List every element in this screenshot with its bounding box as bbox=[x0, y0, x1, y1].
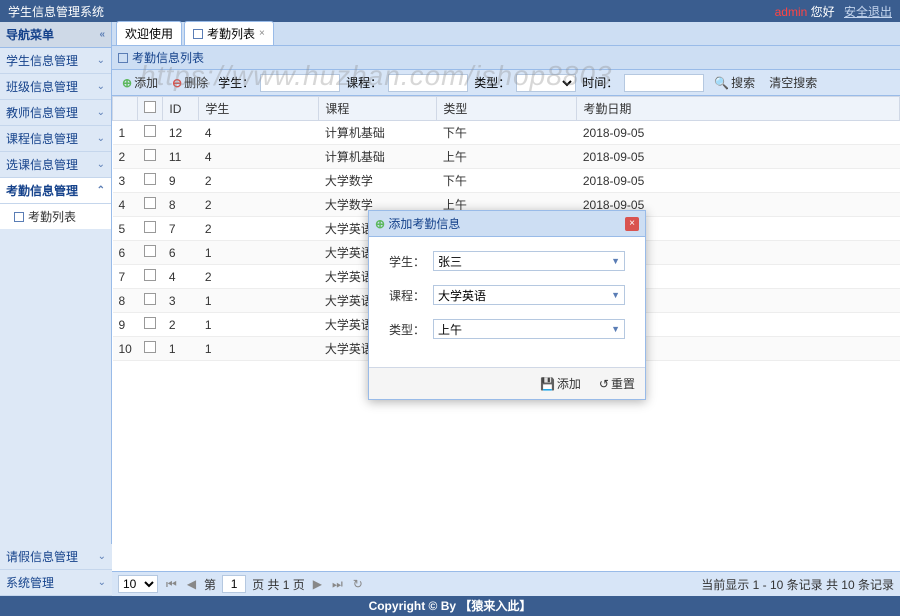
last-page[interactable]: ⏭ bbox=[330, 577, 345, 592]
header-right: admin 您好 安全退出 bbox=[769, 3, 892, 20]
search-button[interactable]: 🔍搜索 bbox=[710, 73, 759, 92]
dialog-add-button[interactable]: 💾添加 bbox=[536, 374, 585, 393]
chevron-icon: ⌄ bbox=[98, 577, 106, 588]
refresh-icon[interactable]: ↻ bbox=[351, 577, 365, 591]
pager-info: 当前显示 1 - 10 条记录 共 10 条记录 bbox=[701, 576, 894, 593]
tab-icon bbox=[193, 29, 203, 39]
chevron-icon: ⌄ bbox=[97, 55, 105, 66]
nav-leave[interactable]: 请假信息管理⌄ bbox=[0, 544, 112, 570]
chevron-icon: ⌄ bbox=[98, 551, 106, 562]
next-page[interactable]: ▶ bbox=[311, 577, 324, 591]
nav-class[interactable]: 班级信息管理⌄ bbox=[0, 74, 111, 100]
row-checkbox[interactable] bbox=[144, 149, 156, 161]
dialog-close[interactable]: × bbox=[625, 217, 639, 231]
nav-sub-list[interactable]: 考勤列表 bbox=[0, 204, 111, 229]
app-header: 学生信息管理系统 admin 您好 安全退出 bbox=[0, 0, 900, 22]
row-checkbox[interactable] bbox=[144, 293, 156, 305]
toolbar: ⊕添加 ⊖删除 学生： 课程： 类型： 时间： 🔍搜索 清空搜索 bbox=[112, 70, 900, 96]
dlg-student-select[interactable]: 张三▼ bbox=[433, 251, 625, 271]
row-checkbox[interactable] bbox=[144, 221, 156, 233]
tab-bar: 欢迎使用 考勤列表× bbox=[112, 22, 900, 46]
row-checkbox[interactable] bbox=[144, 245, 156, 257]
page-input[interactable] bbox=[222, 575, 246, 593]
col-type[interactable]: 类型 bbox=[437, 97, 577, 121]
dlg-course-select[interactable]: 大学英语▼ bbox=[433, 285, 625, 305]
table-row[interactable]: 2114计算机基础上午2018-09-05 bbox=[113, 145, 900, 169]
page-size[interactable]: 10 bbox=[118, 575, 158, 593]
search-icon: 🔍 bbox=[714, 76, 729, 90]
tab-attendance[interactable]: 考勤列表× bbox=[184, 21, 274, 45]
dlg-course-label: 课程： bbox=[389, 287, 425, 304]
add-button[interactable]: ⊕添加 bbox=[118, 73, 162, 92]
col-id[interactable]: ID bbox=[163, 97, 199, 121]
dialog-title-bar[interactable]: ⊕ 添加考勤信息 × bbox=[369, 211, 645, 237]
dlg-student-label: 学生： bbox=[389, 253, 425, 270]
delete-button[interactable]: ⊖删除 bbox=[168, 73, 212, 92]
student-filter[interactable] bbox=[260, 74, 340, 92]
prev-page[interactable]: ◀ bbox=[185, 577, 198, 591]
chevron-icon: ⌄ bbox=[97, 81, 105, 92]
checkbox-all[interactable] bbox=[144, 101, 156, 113]
row-checkbox[interactable] bbox=[144, 269, 156, 281]
chevron-icon: ⌄ bbox=[97, 133, 105, 144]
minus-icon: ⊖ bbox=[172, 76, 182, 90]
dlg-type-label: 类型： bbox=[389, 321, 425, 338]
add-dialog: ⊕ 添加考勤信息 × 学生： 张三▼ 课程： 大学英语▼ 类型： 上午▼ 💾添加 ↺重… bbox=[368, 210, 646, 400]
nav-course[interactable]: 课程信息管理⌄ bbox=[0, 126, 111, 152]
dialog-reset-button[interactable]: ↺重置 bbox=[595, 374, 639, 393]
student-label: 学生： bbox=[218, 74, 254, 91]
col-student[interactable]: 学生 bbox=[199, 97, 319, 121]
close-icon[interactable]: × bbox=[259, 28, 265, 39]
time-label: 时间： bbox=[582, 74, 618, 91]
chevron-icon: ⌃ bbox=[97, 185, 105, 196]
col-date[interactable]: 考勤日期 bbox=[577, 97, 900, 121]
type-filter[interactable] bbox=[516, 74, 576, 92]
col-course[interactable]: 课程 bbox=[319, 97, 437, 121]
row-checkbox[interactable] bbox=[144, 125, 156, 137]
row-checkbox[interactable] bbox=[144, 197, 156, 209]
table-row[interactable]: 392大学数学下午2018-09-05 bbox=[113, 169, 900, 193]
admin-link[interactable]: admin bbox=[775, 5, 808, 19]
plus-icon: ⊕ bbox=[375, 217, 385, 231]
plus-icon: ⊕ bbox=[122, 76, 132, 90]
nav-title[interactable]: 导航菜单« bbox=[0, 22, 111, 48]
chevron-down-icon: ▼ bbox=[611, 256, 620, 266]
chevron-icon: ⌄ bbox=[97, 159, 105, 170]
first-page[interactable]: ⏮ bbox=[164, 577, 179, 592]
panel-header: 考勤信息列表 bbox=[112, 46, 900, 70]
sidebar: 导航菜单« 学生信息管理⌄ 班级信息管理⌄ 教师信息管理⌄ 课程信息管理⌄ 选课… bbox=[0, 22, 112, 596]
nav-student[interactable]: 学生信息管理⌄ bbox=[0, 48, 111, 74]
course-label: 课程： bbox=[346, 74, 382, 91]
logout-link[interactable]: 安全退出 bbox=[844, 5, 892, 19]
row-checkbox[interactable] bbox=[144, 173, 156, 185]
app-title: 学生信息管理系统 bbox=[8, 3, 104, 20]
pager: 10 ⏮ ◀ 第 页 共 1 页 ▶ ⏭ ↻ 当前显示 1 - 10 条记录 共… bbox=[112, 571, 900, 596]
chevron-down-icon: ▼ bbox=[611, 324, 620, 334]
course-filter[interactable] bbox=[388, 74, 468, 92]
table-row[interactable]: 1124计算机基础下午2018-09-05 bbox=[113, 121, 900, 145]
collapse-icon: « bbox=[99, 29, 105, 40]
list-icon bbox=[14, 212, 24, 222]
footer: Copyright © By 【猿来入此】 bbox=[0, 596, 900, 616]
chevron-icon: ⌄ bbox=[97, 107, 105, 118]
reset-icon: ↺ bbox=[599, 377, 609, 391]
hello-text: 您好 bbox=[811, 5, 835, 19]
nav-attendance[interactable]: 考勤信息管理⌃ bbox=[0, 178, 111, 204]
nav-teacher[interactable]: 教师信息管理⌄ bbox=[0, 100, 111, 126]
row-checkbox[interactable] bbox=[144, 341, 156, 353]
dlg-type-select[interactable]: 上午▼ bbox=[433, 319, 625, 339]
chevron-down-icon: ▼ bbox=[611, 290, 620, 300]
nav-select[interactable]: 选课信息管理⌄ bbox=[0, 152, 111, 178]
clear-button[interactable]: 清空搜索 bbox=[765, 73, 821, 92]
tab-welcome[interactable]: 欢迎使用 bbox=[116, 21, 182, 45]
panel-icon bbox=[118, 53, 128, 63]
save-icon: 💾 bbox=[540, 377, 555, 391]
nav-system[interactable]: 系统管理⌄ bbox=[0, 570, 112, 596]
type-label: 类型： bbox=[474, 74, 510, 91]
time-filter[interactable] bbox=[624, 74, 704, 92]
row-checkbox[interactable] bbox=[144, 317, 156, 329]
